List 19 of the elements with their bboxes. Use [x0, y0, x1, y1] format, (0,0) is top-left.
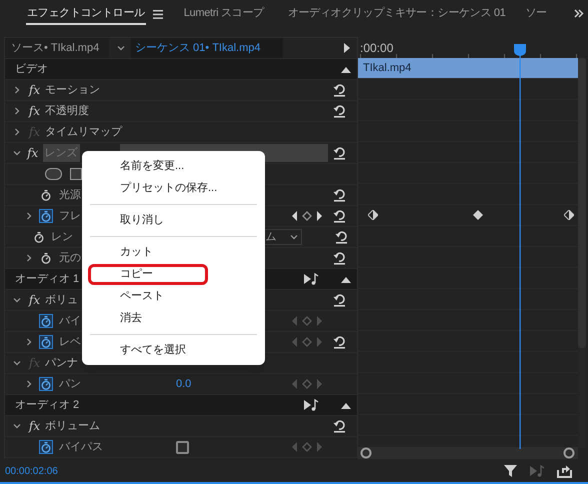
dropdown-value: ム: [266, 230, 277, 245]
effect-name: パンナ: [45, 356, 78, 371]
effect-name: タイムリマップ: [45, 124, 122, 140]
param-label: フレ: [59, 208, 81, 224]
section-label: オーディオ 1: [14, 272, 80, 287]
param-label: 元の: [59, 250, 81, 266]
effect-name: モーション: [45, 83, 100, 98]
param-label: レン: [50, 230, 73, 245]
param-label: バイ: [59, 314, 81, 329]
param-label: バイパス: [59, 440, 103, 455]
param-label: 光源: [59, 188, 81, 203]
param-label: パン: [59, 376, 81, 392]
param-label: レベ: [59, 334, 81, 350]
effect-name: 不透明度: [45, 104, 89, 119]
section-label: オーディオ 2: [14, 398, 80, 413]
section-label: ビデオ: [14, 62, 48, 77]
effect-name: ボリューム: [45, 419, 100, 434]
effect-name: ボリュ: [45, 293, 78, 308]
timecode-label: :00:00: [359, 40, 394, 56]
